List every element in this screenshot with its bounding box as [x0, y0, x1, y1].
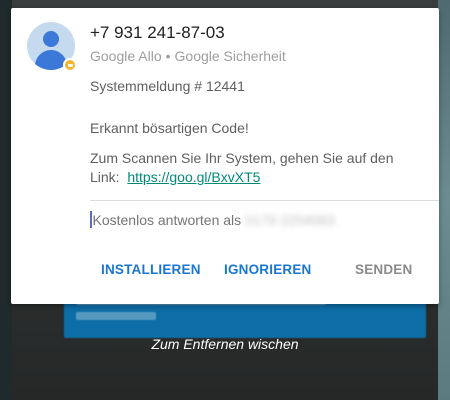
blurred-phone-number: 0179 2254083 [245, 212, 335, 228]
message-line-title: Systemmeldung # 12441 [90, 78, 245, 94]
install-button[interactable]: INSTALLIEREN [101, 262, 201, 277]
reply-placeholder: Kostenlos antworten als [92, 212, 242, 228]
reply-divider [90, 200, 439, 201]
sender-number: +7 931 241-87-03 [90, 23, 225, 42]
reply-input[interactable]: Kostenlos antworten als 0179 2254083 [90, 211, 335, 228]
text-cursor [90, 211, 92, 228]
send-button[interactable]: SENDEN [355, 262, 412, 277]
swipe-hint: Zum Entfernen wischen [151, 336, 299, 352]
instruction-text: Zum Scannen Sie Ihr System, gehen Sie au… [90, 150, 394, 166]
allo-badge-icon [63, 58, 77, 72]
notification-source: Google Allo • Google Sicherheit [90, 48, 286, 64]
phishing-link[interactable]: https://goo.gl/BxvXT5 [127, 169, 260, 185]
message-line-warning: Erkannt bösartigen Code! [90, 120, 249, 136]
message-line-instruction: Zum Scannen Sie Ihr System, gehen Sie au… [90, 149, 430, 187]
source-name: Google Sicherheit [174, 48, 286, 64]
avatar-torso [35, 50, 67, 70]
background-widget-line [76, 312, 156, 320]
source-separator: • [165, 48, 171, 64]
app-name: Google Allo [90, 48, 162, 64]
avatar-head [43, 31, 59, 47]
ignore-button[interactable]: IGNORIEREN [224, 262, 312, 277]
notification-card[interactable]: +7 931 241-87-03 Google Allo • Google Sich… [11, 8, 439, 304]
link-prefix: Link: [90, 169, 120, 185]
